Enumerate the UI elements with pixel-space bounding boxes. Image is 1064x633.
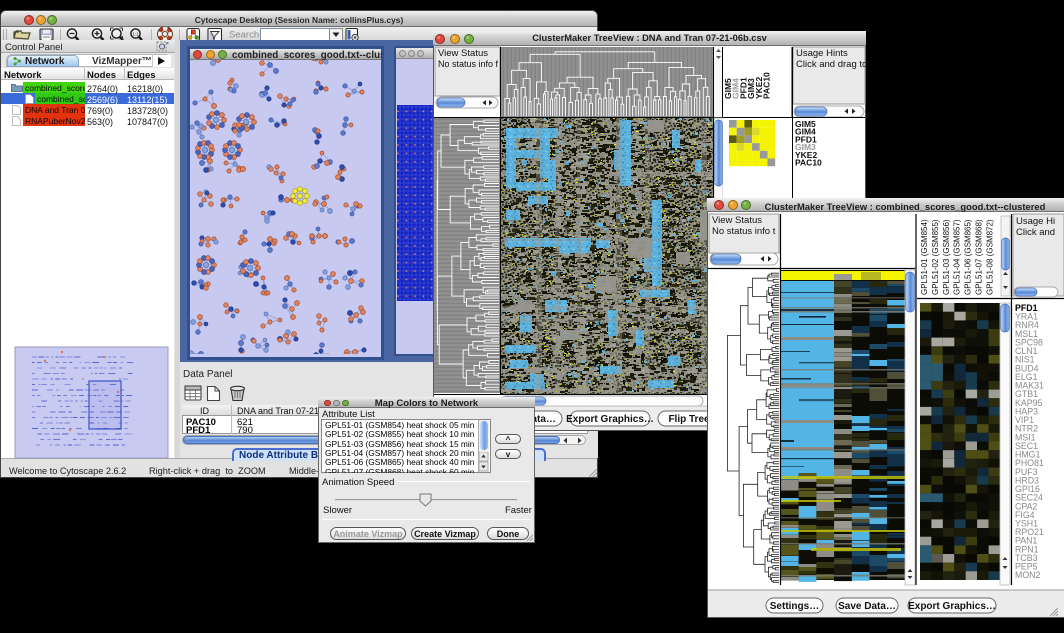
svg-text:Click and drag tc: Click and drag tc [796, 59, 866, 70]
svg-text:Search:: Search: [229, 30, 262, 41]
svg-text:Usage Hints: Usage Hints [796, 48, 848, 59]
svg-text:No status info f: No status info f [438, 59, 499, 69]
svg-text:View Status: View Status [438, 48, 488, 59]
svg-text:PAC10: PAC10 [762, 72, 772, 99]
